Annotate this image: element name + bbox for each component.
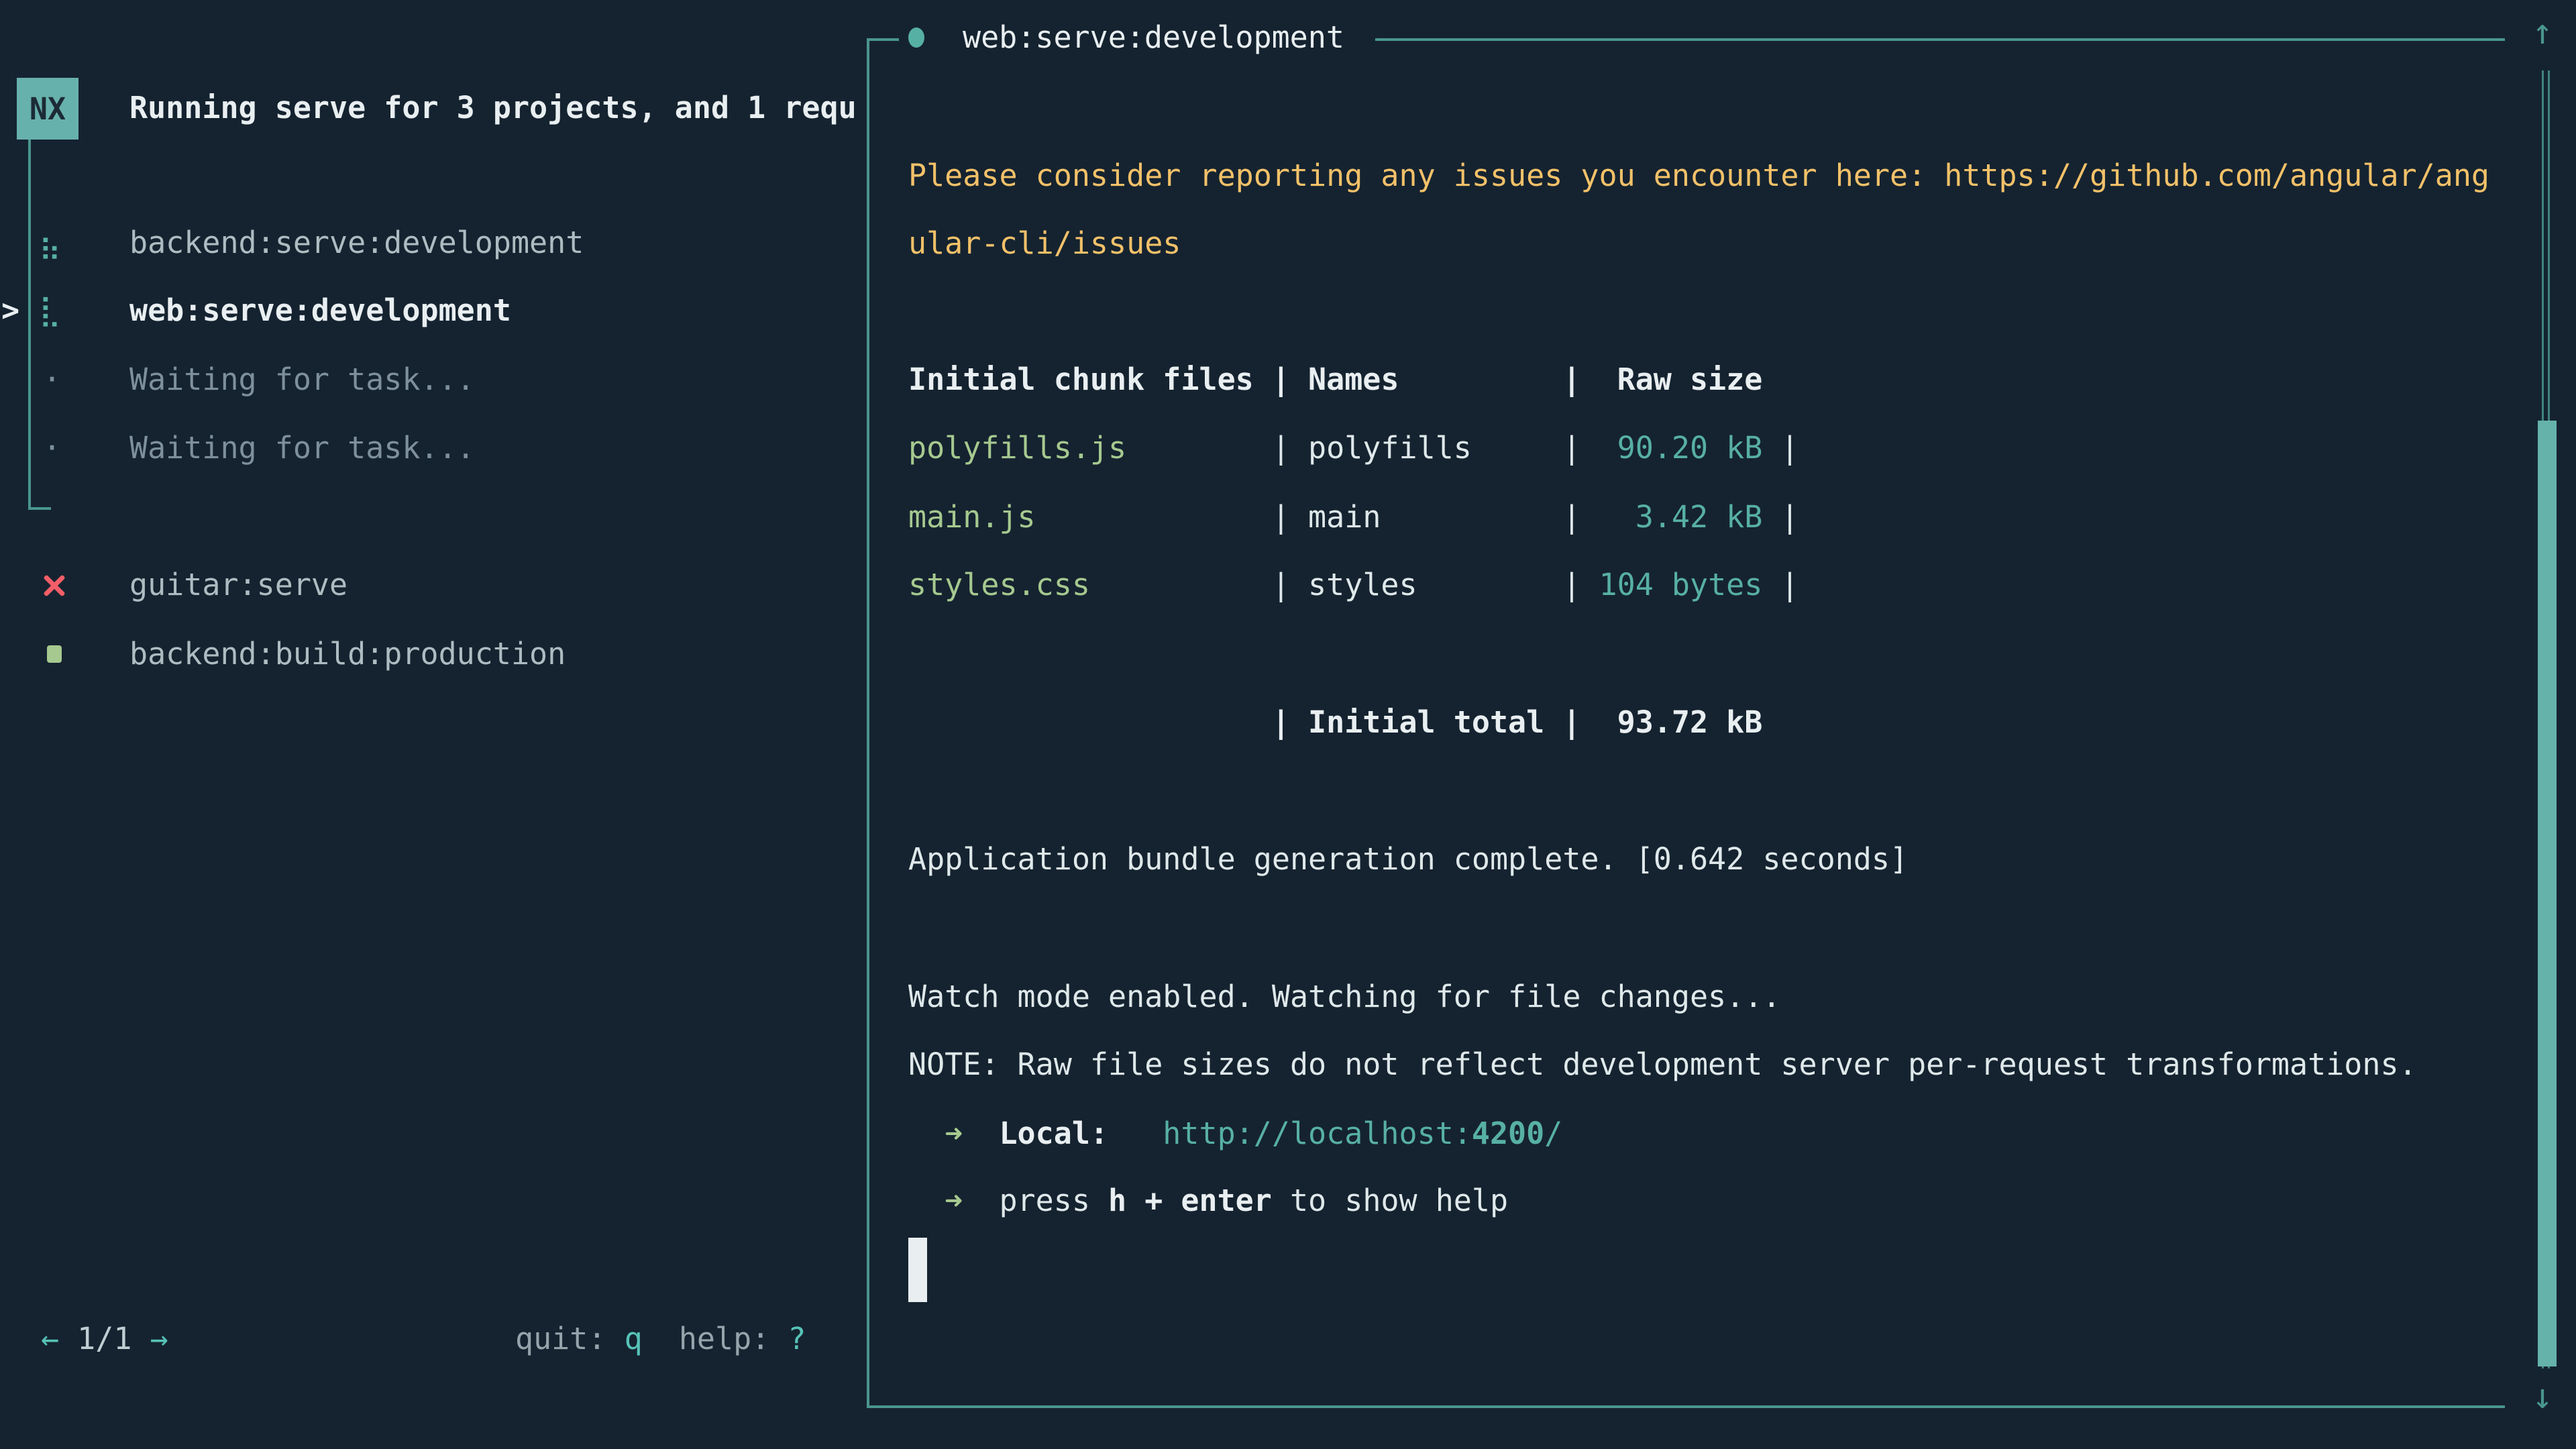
angular-issue-notice-line1: Please consider reporting any issues you… [908, 156, 2489, 196]
task-label[interactable]: guitar:serve [129, 565, 347, 605]
local-url[interactable]: http://localhost: [1163, 1116, 1472, 1151]
quit-label: quit: [515, 1321, 625, 1356]
chunk-name: | main | [1036, 499, 1635, 535]
panel-border-left [867, 38, 869, 1408]
angular-issue-notice-line2: ular-cli/issues [908, 223, 1181, 264]
task-failed-x-icon [43, 574, 66, 597]
help-key: ? [788, 1321, 806, 1356]
local-url-slash[interactable]: / [1544, 1116, 1562, 1151]
panel-title: web:serve:development [963, 17, 1344, 58]
arrow-right-icon: ➜ [908, 1116, 963, 1151]
waiting-dot-icon: · [43, 360, 61, 400]
scrollbar-thumb[interactable] [2538, 421, 2557, 1366]
task-label[interactable]: backend:build:production [129, 634, 566, 674]
chunk-file: polyfills.js [908, 430, 1126, 466]
task-group-connector-foot [28, 507, 51, 510]
pager-next-arrow-icon[interactable]: → [150, 1321, 168, 1356]
chunk-row-end: | [1762, 567, 1799, 602]
chunk-table-row: styles.css | styles | 104 bytes | [908, 565, 1799, 605]
task-label[interactable]: Waiting for task... [129, 428, 475, 468]
panel-border-top-left [867, 38, 899, 41]
arrow-right-icon: ➜ [908, 1183, 963, 1218]
chunk-file: styles.css [908, 567, 1090, 602]
keybinding-hints: quit: q help: ? [515, 1319, 806, 1359]
chunk-row-end: | [1762, 430, 1799, 466]
pager: ← 1/1 → [41, 1319, 168, 1359]
scroll-down-arrow-icon[interactable]: ↓ [2521, 1377, 2564, 1417]
watch-mode-line: Watch mode enabled. Watching for file ch… [908, 977, 1780, 1017]
scroll-up-arrow-icon[interactable]: ↑ [2521, 12, 2564, 52]
chunk-table-row: polyfills.js | polyfills | 90.20 kB | [908, 428, 1799, 468]
local-port[interactable]: 4200 [1472, 1116, 1544, 1151]
chunk-size: 3.42 kB [1635, 499, 1763, 535]
initial-total-row: | Initial total | 93.72 kB [908, 702, 1762, 743]
help-hint-post: to show help [1272, 1183, 1508, 1218]
chunk-name: | polyfills | [1126, 430, 1617, 466]
waiting-dot-icon: · [43, 428, 61, 468]
chunk-file: main.js [908, 499, 1036, 535]
task-label[interactable]: web:serve:development [129, 290, 511, 331]
help-label: help: [643, 1321, 788, 1356]
sidebar-title: Running serve for 3 projects, and 1 requ [129, 88, 865, 128]
panel-border-top [1375, 38, 2505, 41]
local-label: Local: [963, 1116, 1163, 1151]
selected-caret-icon: > [1, 290, 19, 331]
chunk-size: 90.20 kB [1617, 430, 1763, 466]
running-status-dot-icon [908, 28, 924, 48]
spinner-icon: ⣦ [39, 223, 61, 263]
bundle-complete-line: Application bundle generation complete. … [908, 839, 1908, 879]
quit-key: q [625, 1321, 643, 1356]
panel-border-bottom [867, 1405, 2505, 1408]
task-label[interactable]: backend:serve:development [129, 223, 584, 263]
task-group-connector-line [28, 140, 31, 510]
chunk-size: 104 bytes [1599, 567, 1763, 602]
task-label[interactable]: Waiting for task... [129, 360, 475, 400]
local-url-line: ➜ Local: http://localhost:4200/ [908, 1114, 1562, 1154]
help-hint-line: ➜ press h + enter to show help [908, 1181, 1508, 1221]
task-success-square-icon [47, 645, 62, 663]
pager-count: 1/1 [59, 1321, 150, 1356]
chunk-table-header: Initial chunk files | Names | Raw size [908, 360, 1762, 400]
chunk-table-row: main.js | main | 3.42 kB | [908, 497, 1799, 537]
help-hint-pre: press [963, 1183, 1108, 1218]
pager-prev-arrow-icon[interactable]: ← [41, 1321, 59, 1356]
nx-logo: NX [17, 78, 78, 140]
spinner-icon: ⣇ [39, 290, 61, 331]
nx-tui-screen: NX Running serve for 3 projects, and 1 r… [0, 0, 2576, 1449]
help-hint-keys: h + enter [1108, 1183, 1272, 1218]
chunk-name: | styles | [1090, 567, 1599, 602]
raw-size-note-line: NOTE: Raw file sizes do not reflect deve… [908, 1044, 2417, 1085]
chunk-row-end: | [1762, 499, 1799, 535]
terminal-block-cursor [908, 1238, 927, 1302]
